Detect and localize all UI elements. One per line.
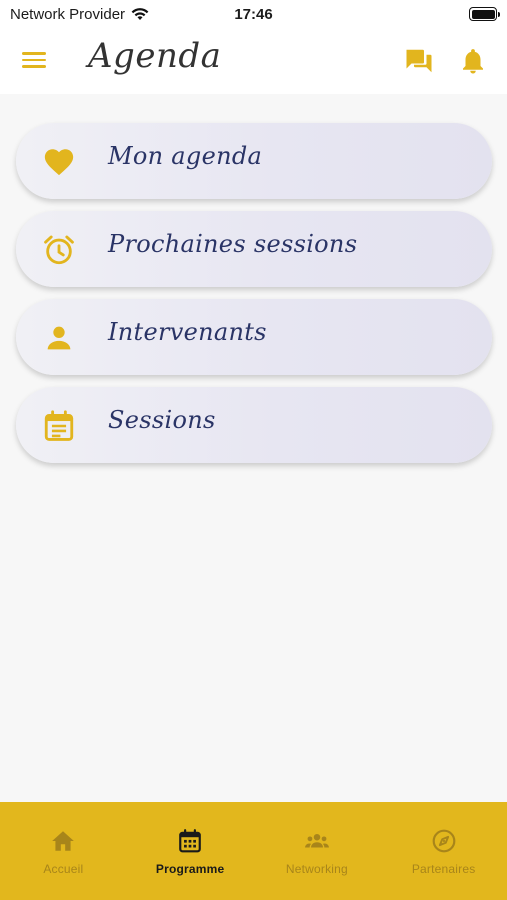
menu-item-label: Prochaines sessions	[108, 230, 358, 258]
main-content: Mon agenda Prochaines sessions Intervena…	[0, 94, 507, 802]
tab-label: Partenaires	[411, 862, 476, 876]
tab-partenaires[interactable]: Partenaires	[380, 802, 507, 900]
menu-line	[22, 65, 46, 68]
menu-item-label: Sessions	[108, 406, 216, 434]
compass-icon	[432, 829, 455, 853]
tab-accueil[interactable]: Accueil	[0, 802, 127, 900]
menu-item-mon-agenda[interactable]: Mon agenda	[16, 123, 492, 199]
tab-label: Networking	[285, 862, 348, 876]
page-title: Agenda	[88, 36, 222, 76]
status-left: Network Provider	[10, 6, 149, 23]
menu-item-sessions[interactable]: Sessions	[16, 387, 492, 463]
carrier-name: Network Provider	[10, 5, 126, 23]
tab-programme[interactable]: Programme	[127, 802, 254, 900]
app-header: Agenda	[0, 28, 507, 94]
menu-item-label: Intervenants	[108, 318, 267, 346]
alarm-clock-icon	[44, 235, 74, 265]
chat-icon[interactable]	[404, 46, 434, 76]
people-icon	[304, 833, 329, 848]
bottom-tab-bar: Accueil Programme Networking Partenaires	[0, 802, 507, 900]
menu-item-label: Mon agenda	[108, 142, 263, 170]
battery-icon	[469, 7, 500, 21]
heart-icon	[44, 149, 74, 176]
wifi-icon	[131, 8, 149, 20]
person-icon	[47, 326, 71, 350]
hamburger-menu-button[interactable]	[22, 47, 48, 73]
tab-networking[interactable]: Networking	[254, 802, 381, 900]
menu-line	[22, 58, 46, 62]
tab-label: Accueil	[43, 862, 84, 876]
menu-item-prochaines-sessions[interactable]: Prochaines sessions	[16, 211, 492, 287]
home-icon	[52, 831, 75, 851]
calendar-icon	[179, 829, 201, 853]
bell-icon[interactable]	[458, 46, 488, 76]
menu-line	[22, 52, 46, 55]
calendar-note-icon	[44, 410, 74, 441]
status-bar: Network Provider 17:46	[0, 0, 507, 28]
menu-item-intervenants[interactable]: Intervenants	[16, 299, 492, 375]
tab-label: Programme	[155, 862, 225, 876]
